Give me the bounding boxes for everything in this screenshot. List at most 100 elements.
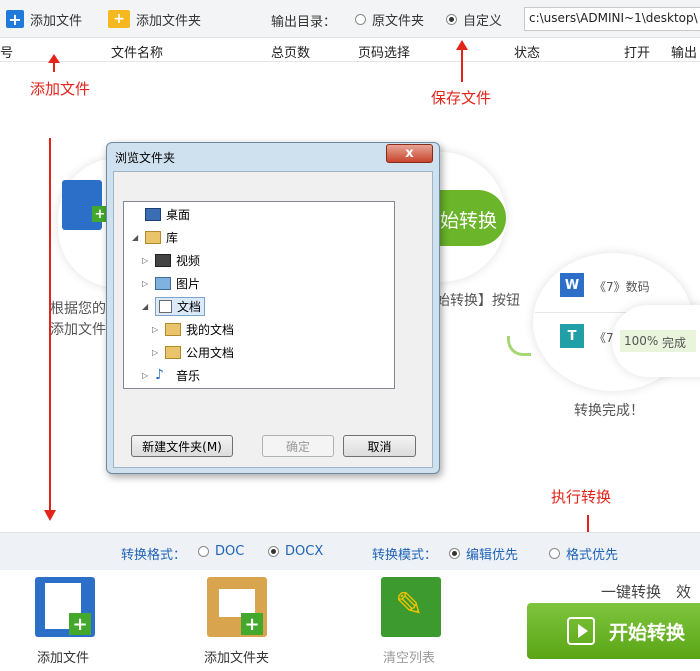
radio-doc[interactable]: DOC: [198, 544, 244, 559]
broom-icon: ✎: [395, 585, 424, 625]
document-icon: [62, 180, 102, 230]
file-table-header: 编号 文件名称 总页数 页码选择 状态 打开 输出: [0, 38, 700, 62]
clear-list-button[interactable]: ✎: [381, 577, 441, 637]
radio-custom[interactable]: 自定义: [446, 10, 502, 29]
word-icon: W: [560, 273, 584, 297]
col-index: 编号: [0, 46, 14, 61]
tree-item-pictures[interactable]: ▷ 图片: [142, 272, 200, 294]
ok-button[interactable]: 确定: [262, 435, 334, 457]
mode-label: 转换模式：: [372, 548, 438, 563]
dialog-title: 浏览文件夹: [115, 151, 176, 165]
tree-item-public-documents[interactable]: ▷ 公用文档: [152, 341, 234, 363]
video-icon: [155, 253, 171, 267]
picture-icon: [155, 276, 171, 290]
radio-edit-first-label: 编辑优先: [466, 548, 519, 563]
curved-arrow-icon: [507, 336, 531, 356]
expanded-icon: ◢: [132, 232, 139, 242]
annotation-save-file: 保存文件: [431, 89, 492, 107]
collapsed-icon: ▷: [142, 278, 149, 288]
collapsed-icon: ▷: [142, 255, 149, 265]
format-label: 转换格式：: [121, 548, 187, 563]
radio-edit-first[interactable]: 编辑优先: [449, 544, 518, 563]
tree-label: 视频: [176, 253, 201, 268]
collapsed-icon: ▷: [152, 347, 159, 357]
output-path-input[interactable]: c:\users\ADMINI~1\desktop\: [524, 7, 700, 31]
tree-item-library[interactable]: ◢ 库: [132, 226, 178, 248]
file-item-1: 《7》数码: [594, 280, 650, 294]
radio-format-first-label: 格式优先: [566, 548, 619, 563]
radio-selected-icon: [446, 14, 457, 25]
radio-custom-label: 自定义: [463, 14, 503, 29]
progress-percent: 100%: [624, 334, 659, 348]
tree-label: 库: [166, 230, 179, 245]
step1-text-line2: 添加文件: [50, 322, 106, 338]
tree-label: 桌面: [166, 207, 191, 222]
browse-folder-dialog: 浏览文件夹 x 桌面 ◢ 库 ▷ 视频 ▷ 图片 ◢ 文档 ▷ 我的文档 ▷ 公…: [106, 142, 440, 474]
tree-label: 音乐: [176, 368, 201, 383]
folder-tree[interactable]: 桌面 ◢ 库 ▷ 视频 ▷ 图片 ◢ 文档 ▷ 我的文档 ▷ 公用文档 ▷ ♪ …: [123, 201, 395, 389]
text-doc-icon: T: [560, 324, 584, 348]
radio-doc-label: DOC: [215, 544, 245, 559]
tree-label: 公用文档: [186, 345, 235, 360]
radio-source-folder[interactable]: 原文件夹: [355, 10, 424, 29]
play-icon: [567, 617, 595, 645]
radio-docx-label: DOCX: [285, 544, 324, 559]
add-file-large-button[interactable]: +: [35, 577, 95, 639]
tree-item-desktop[interactable]: 桌面: [132, 203, 190, 225]
annotation-add-file: 添加文件: [30, 80, 91, 98]
radio-format-first[interactable]: 格式优先: [549, 544, 618, 563]
col-output: 输出: [671, 46, 698, 61]
radio-docx[interactable]: DOCX: [268, 544, 323, 559]
annotation-arrow-line: [461, 48, 463, 82]
output-dir-label: 输出目录：: [271, 15, 337, 30]
add-folder-large-button[interactable]: +: [207, 577, 267, 639]
tree-label: 文档: [177, 299, 202, 314]
plus-icon: +: [6, 10, 24, 29]
desktop-icon: [145, 207, 161, 221]
tree-item-my-documents[interactable]: ▷ 我的文档: [152, 318, 234, 340]
add-file-button[interactable]: + 添加文件: [6, 0, 82, 38]
tree-label: 图片: [176, 276, 201, 291]
start-convert-illustration-text: 始转换: [440, 210, 498, 232]
toolbar: + 添加文件 + 添加文件夹 输出目录： 原文件夹 自定义 c:\users\A…: [0, 0, 700, 38]
annotation-execute: 执行转换: [551, 488, 612, 506]
radio-icon: [355, 14, 366, 25]
new-folder-button[interactable]: 新建文件夹(M): [131, 435, 233, 457]
one-click-text: 一键转换: [601, 583, 662, 601]
library-icon: [145, 230, 161, 244]
col-page-select: 页码选择: [358, 46, 411, 61]
arrow-up-icon: [456, 40, 468, 50]
tree-label: 我的文档: [186, 322, 235, 337]
add-folder-large-label: 添加文件夹: [204, 651, 270, 666]
clear-list-label: 清空列表: [383, 651, 436, 666]
tree-item-videos[interactable]: ▷ 视频: [142, 249, 200, 271]
folder-icon: [165, 322, 181, 336]
col-filename: 文件名称: [111, 46, 164, 61]
radio-selected-icon: [449, 548, 460, 559]
tree-item-music[interactable]: ▷ ♪ 音乐: [142, 364, 200, 386]
arrow-up-icon: [48, 54, 60, 63]
radio-source-folder-label: 原文件夹: [372, 14, 425, 29]
collapsed-icon: ▷: [142, 370, 149, 380]
add-folder-button[interactable]: + 添加文件夹: [108, 0, 201, 38]
folder-icon: [165, 345, 181, 359]
radio-selected-icon: [268, 546, 279, 557]
expanded-icon: ◢: [142, 301, 149, 311]
music-icon: ♪: [155, 367, 164, 383]
start-convert-label: 开始转换: [609, 621, 686, 644]
radio-icon: [198, 546, 209, 557]
document-icon: [159, 299, 172, 313]
collapsed-icon: ▷: [152, 324, 159, 334]
tree-item-documents[interactable]: ◢ 文档: [142, 295, 206, 317]
done-text: 转换完成！: [574, 403, 644, 419]
col-pages: 总页数: [271, 46, 311, 61]
close-button[interactable]: x: [386, 144, 433, 163]
start-convert-button[interactable]: 开始转换: [527, 603, 700, 659]
cancel-button[interactable]: 取消: [343, 435, 416, 457]
col-open: 打开: [624, 46, 651, 61]
step1-text-line1: 根据您的: [50, 301, 106, 317]
arrow-down-icon: [44, 510, 56, 521]
plus-icon: +: [241, 613, 263, 635]
add-file-label: 添加文件: [30, 13, 83, 29]
step2-text: 始转换】按钮: [436, 293, 520, 309]
